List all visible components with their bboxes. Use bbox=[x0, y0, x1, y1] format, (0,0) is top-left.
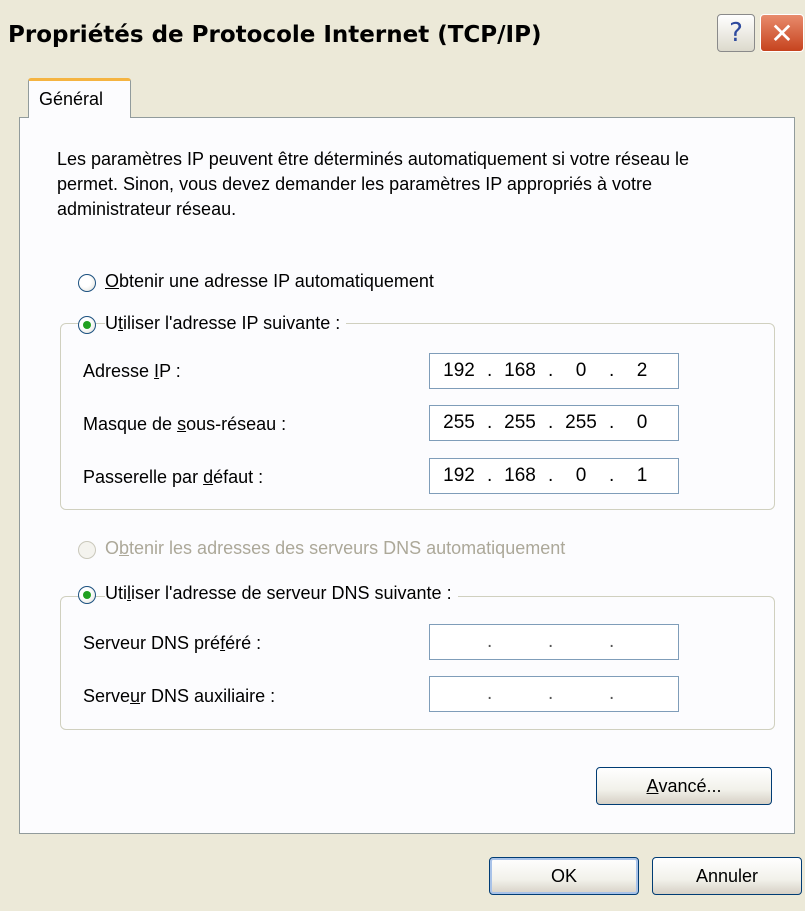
ip-dot: . bbox=[487, 412, 493, 433]
ip-dot: . bbox=[609, 412, 615, 433]
ip-octet[interactable]: 0 bbox=[617, 412, 667, 434]
ip-dot: . bbox=[609, 465, 615, 486]
ip-octet[interactable]: 192 bbox=[434, 465, 484, 487]
ok-button[interactable]: OK bbox=[489, 857, 639, 895]
cancel-button[interactable]: Annuler bbox=[652, 857, 802, 895]
dns-auto-radio[interactable] bbox=[78, 541, 96, 559]
ip-octet[interactable]: 168 bbox=[495, 360, 545, 382]
gateway-field[interactable]: 192 . 168 . 0 . 1 bbox=[429, 458, 679, 494]
intro-text: Les paramètres IP peuvent être déterminé… bbox=[57, 149, 690, 219]
ip-octet[interactable]: 0 bbox=[556, 465, 606, 487]
ip-dot: . bbox=[609, 683, 615, 704]
ip-octet[interactable]: 1 bbox=[617, 465, 667, 487]
dns-auto-label[interactable]: Obtenir les adresses des serveurs DNS au… bbox=[105, 538, 572, 559]
ip-octet[interactable]: 2 bbox=[617, 360, 667, 382]
ip-auto-radio[interactable] bbox=[78, 274, 96, 292]
ip-octet[interactable]: 255 bbox=[556, 412, 606, 434]
subnet-mask-field[interactable]: 255 . 255 . 255 . 0 bbox=[429, 405, 679, 441]
ip-octet[interactable]: 168 bbox=[495, 465, 545, 487]
ip-address-label: Adresse IP : bbox=[83, 361, 181, 381]
ip-dot: . bbox=[487, 360, 493, 381]
advanced-button[interactable]: Avancé... bbox=[596, 767, 772, 805]
tab-general[interactable]: Général bbox=[28, 78, 131, 118]
window-title: Propriétés de Protocole Internet (TCP/IP… bbox=[8, 22, 542, 48]
tab-general-label: Général bbox=[39, 89, 104, 109]
ip-octet[interactable]: 255 bbox=[434, 412, 484, 434]
ip-address-field[interactable]: 192 . 168 . 0 . 2 bbox=[429, 353, 679, 389]
close-button[interactable]: ✕ bbox=[760, 14, 804, 52]
ip-octet[interactable]: 255 bbox=[495, 412, 545, 434]
ip-dot: . bbox=[609, 631, 615, 652]
ip-dot: . bbox=[548, 465, 554, 486]
ip-manual-radio[interactable] bbox=[78, 316, 96, 334]
ip-manual-label[interactable]: Utiliser l'adresse IP suivante : bbox=[105, 313, 347, 334]
ip-dot: . bbox=[609, 360, 615, 381]
gateway-label: Passerelle par défaut : bbox=[83, 467, 264, 487]
help-button[interactable]: ? bbox=[717, 14, 755, 52]
ip-dot: . bbox=[548, 631, 554, 652]
ip-octet[interactable]: 0 bbox=[556, 360, 606, 382]
preferred-dns-field[interactable]: . . . bbox=[429, 624, 679, 660]
dns-manual-label[interactable]: Utiliser l'adresse de serveur DNS suivan… bbox=[105, 583, 458, 604]
alternate-dns-field[interactable]: . . . bbox=[429, 676, 679, 712]
dns-manual-radio[interactable] bbox=[78, 586, 96, 604]
title-bar: Propriétés de Protocole Internet (TCP/IP… bbox=[0, 0, 805, 80]
ip-dot: . bbox=[548, 360, 554, 381]
close-icon: ✕ bbox=[770, 16, 794, 50]
ip-dot: . bbox=[487, 683, 493, 704]
ip-octet[interactable]: 192 bbox=[434, 360, 484, 382]
ip-dot: . bbox=[548, 412, 554, 433]
ip-dot: . bbox=[487, 465, 493, 486]
ip-dot: . bbox=[548, 683, 554, 704]
preferred-dns-label: Serveur DNS préféré : bbox=[83, 633, 262, 653]
help-icon: ? bbox=[729, 18, 743, 48]
ip-dot: . bbox=[487, 631, 493, 652]
ip-auto-label[interactable]: Obtenir une adresse IP automatiquement bbox=[105, 271, 440, 292]
subnet-mask-label: Masque de sous-réseau : bbox=[83, 414, 287, 434]
alternate-dns-label: Serveur DNS auxiliaire : bbox=[83, 686, 276, 706]
